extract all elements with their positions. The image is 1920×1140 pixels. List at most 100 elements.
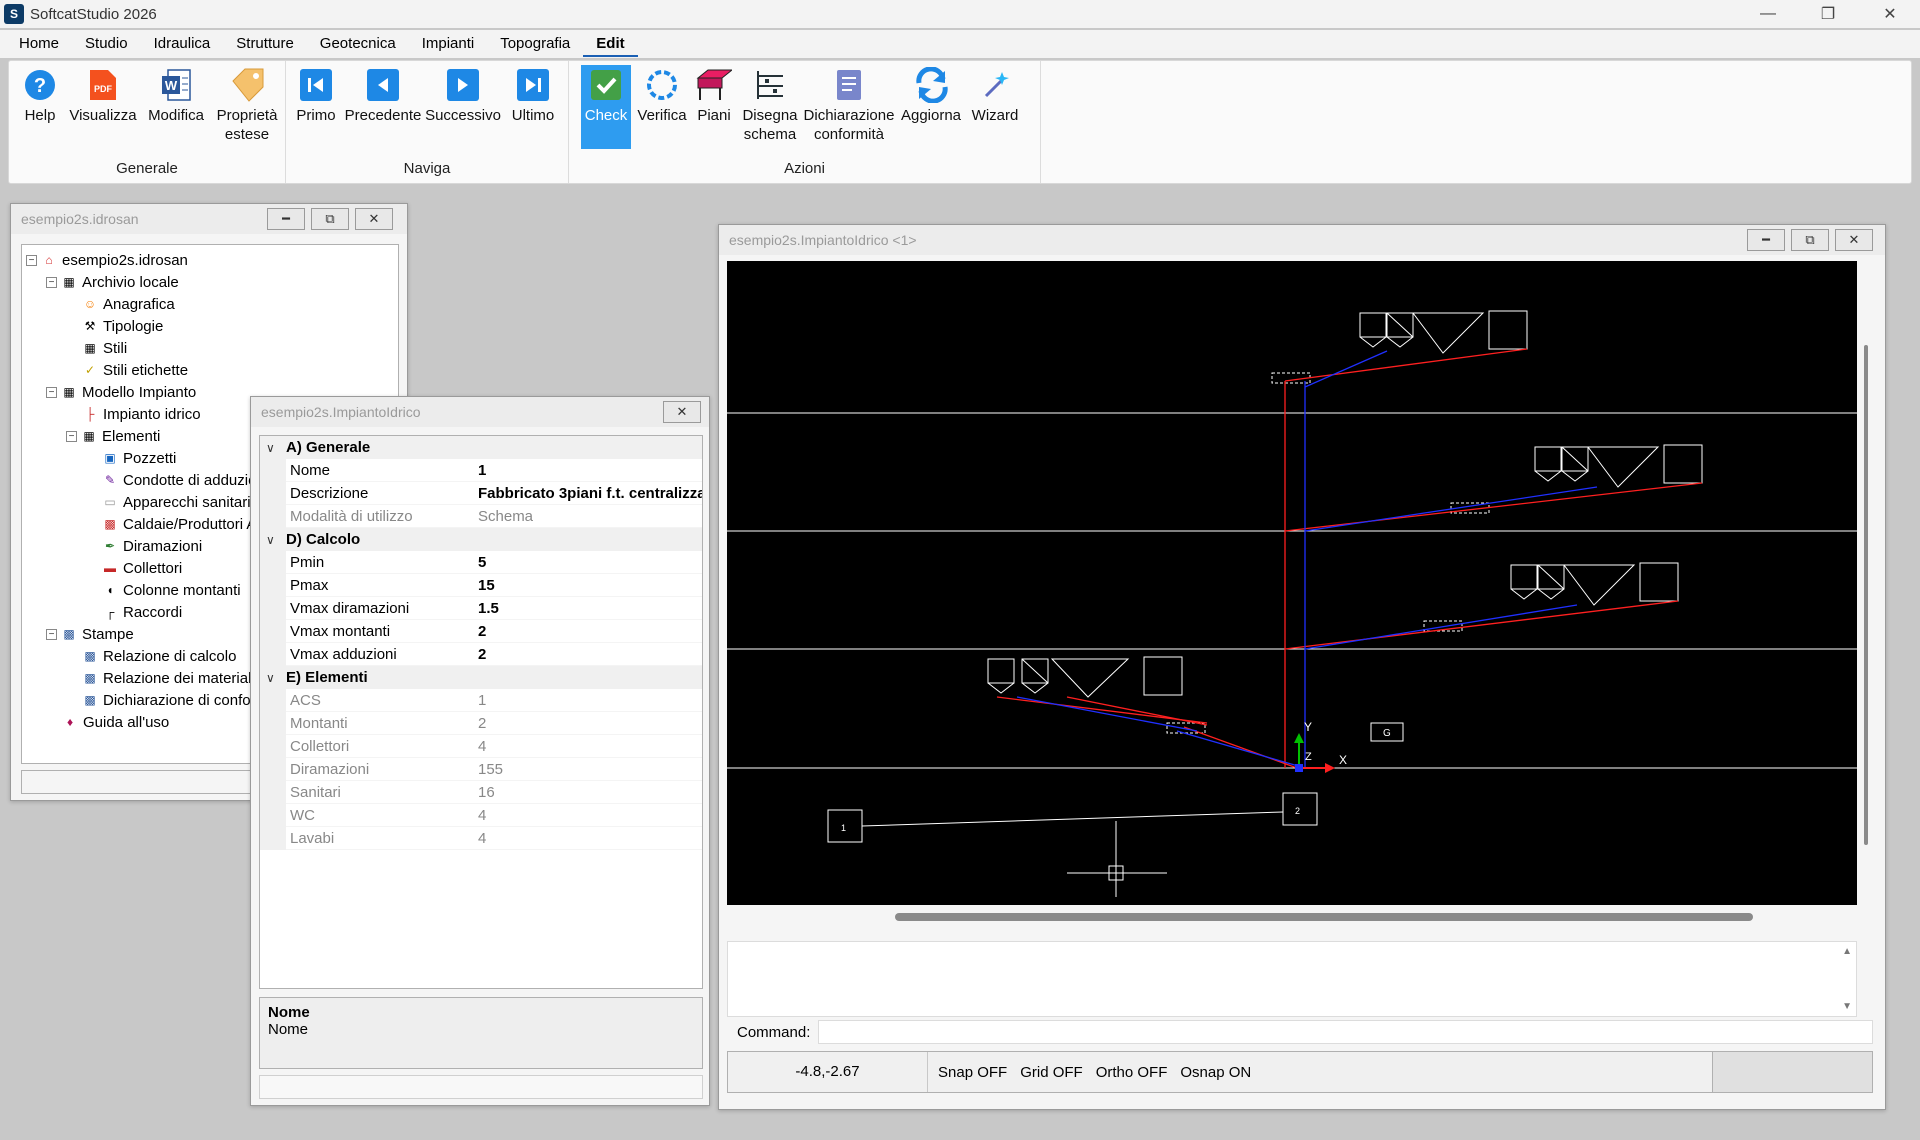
menu-studio[interactable]: Studio [72, 31, 141, 57]
tree-item-elementi[interactable]: − ▦ Elementi [66, 425, 160, 447]
proprieta-estese-button[interactable]: Proprietà estese [213, 65, 281, 149]
precedente-button[interactable]: Precedente [344, 65, 422, 149]
disegna-schema-button[interactable]: Disegna schema [739, 65, 801, 149]
project-window-title-text: esempio2s.idrosan [21, 211, 139, 227]
description-text: Nome [268, 1021, 309, 1038]
tree-item-impianto[interactable]: ├ Impianto idrico [82, 403, 201, 425]
restore-icon[interactable]: ❐ [1800, 0, 1856, 28]
category-generale[interactable]: ∨ A) Generale [260, 436, 702, 459]
menu-edit[interactable]: Edit [583, 31, 638, 57]
collapse-icon[interactable]: − [26, 254, 37, 266]
tree-item-collettori[interactable]: ▬ Collettori [102, 557, 182, 579]
tree-item-stili[interactable]: ▦ Stili [82, 337, 127, 359]
tree-item-colonne[interactable]: ◖ Colonne montanti [102, 579, 241, 601]
osnap-toggle[interactable]: Osnap ON [1180, 1064, 1251, 1081]
tree-item-pozzetti[interactable]: ▣ Pozzetti [102, 447, 176, 469]
scroll-down-icon[interactable]: ▼ [1842, 1001, 1852, 1012]
menu-home[interactable]: Home [6, 31, 72, 57]
command-history[interactable]: ▲ ▼ [727, 941, 1857, 1017]
tree-item-stampe[interactable]: − ▩ Stampe [46, 623, 134, 645]
prop-name: WC [290, 806, 315, 824]
prop-value[interactable]: 15 [474, 577, 702, 594]
menu-geotecnica[interactable]: Geotecnica [307, 31, 409, 57]
tree-item-apparecchi[interactable]: ▭ Apparecchi sanitari [102, 491, 250, 513]
prop-row[interactable]: Descrizione Fabbricato 3piani f.t. centra… [260, 481, 702, 505]
prop-value[interactable]: 2 [474, 623, 702, 640]
chevron-down-icon[interactable]: ∨ [266, 533, 286, 547]
tree-label: Colonne montanti [123, 581, 241, 599]
prop-value[interactable]: 1.5 [474, 600, 702, 617]
prop-value[interactable]: 5 [474, 554, 702, 571]
chevron-down-icon[interactable]: ∨ [266, 671, 286, 685]
ortho-toggle[interactable]: Ortho OFF [1096, 1064, 1168, 1081]
property-grid[interactable]: ∨ A) Generale Nome 1 Descrizione Fabbricato… [259, 435, 703, 989]
prop-row[interactable]: Vmax montanti 2 [260, 619, 702, 643]
tree-item-relazione-materiali[interactable]: ▩ Relazione dei materiali [82, 667, 254, 689]
tree-item-anagrafica[interactable]: ☺ Anagrafica [82, 293, 175, 315]
tree-item-tipologie[interactable]: ⚒ Tipologie [82, 315, 164, 337]
wizard-button[interactable]: Wizard [967, 65, 1023, 149]
close-icon[interactable]: ✕ [1835, 229, 1873, 251]
vertical-scrollbar[interactable] [1859, 261, 1873, 905]
help-button[interactable]: ? Help [15, 65, 65, 149]
successivo-button[interactable]: Successivo [424, 65, 502, 149]
tree-item-guida[interactable]: ♦ Guida all'uso [62, 711, 169, 733]
collapse-icon[interactable]: − [46, 276, 57, 288]
collapse-icon[interactable]: − [46, 386, 57, 398]
scroll-up-icon[interactable]: ▲ [1842, 946, 1852, 957]
prop-row[interactable]: Pmax 15 [260, 573, 702, 597]
prop-value[interactable]: 2 [474, 646, 702, 663]
horizontal-scrollbar[interactable] [727, 907, 1857, 925]
tree-item-raccordi[interactable]: ┌ Raccordi [102, 601, 182, 623]
tree-item-root[interactable]: − ⌂ esempio2s.idrosan [26, 249, 188, 271]
minimize-icon[interactable]: ━ [267, 208, 305, 230]
ultimo-button[interactable]: Ultimo [506, 65, 560, 149]
tree-item-archivio[interactable]: − ▦ Archivio locale [46, 271, 179, 293]
prop-row[interactable]: Nome 1 [260, 458, 702, 482]
restore-icon[interactable]: ⧉ [1791, 229, 1829, 251]
tree-item-diramazioni[interactable]: ✒ Diramazioni [102, 535, 202, 557]
tree-item-relazione-calcolo[interactable]: ▩ Relazione di calcolo [82, 645, 236, 667]
menu-impianti[interactable]: Impianti [409, 31, 488, 57]
verifica-button[interactable]: Verifica [635, 65, 689, 149]
primo-button[interactable]: Primo [290, 65, 342, 149]
chevron-down-icon[interactable]: ∨ [266, 441, 286, 455]
collapse-icon[interactable]: − [66, 430, 77, 442]
category-elementi[interactable]: ∨ E) Elementi [260, 666, 702, 689]
grid-toggle[interactable]: Grid OFF [1020, 1064, 1083, 1081]
restore-icon[interactable]: ⧉ [311, 208, 349, 230]
prop-row[interactable]: Vmax diramazioni 1.5 [260, 596, 702, 620]
close-icon[interactable]: ✕ [355, 208, 393, 230]
menu-topografia[interactable]: Topografia [487, 31, 583, 57]
check-button[interactable]: Check [581, 65, 631, 149]
command-input[interactable] [818, 1020, 1873, 1044]
cad-canvas[interactable]: Y X Z 1 2 G [727, 261, 1857, 905]
minimize-icon[interactable]: ━ [1747, 229, 1785, 251]
hscroll-thumb[interactable] [895, 913, 1753, 921]
prop-value[interactable]: 1 [474, 462, 702, 479]
plumbing-schema[interactable]: Y X Z 1 2 G [727, 261, 1857, 905]
group-label-generale: Generale [116, 160, 178, 177]
category-calcolo[interactable]: ∨ D) Calcolo [260, 528, 702, 551]
tree-item-condotte[interactable]: ✎ Condotte di adduzione [102, 469, 273, 491]
menu-idraulica[interactable]: Idraulica [141, 31, 224, 57]
modifica-button[interactable]: W Modifica [143, 65, 209, 149]
prop-row[interactable]: Pmin 5 [260, 550, 702, 574]
dichiarazione-conformita-button[interactable]: Dichiarazione conformità [803, 65, 895, 149]
menu-strutture[interactable]: Strutture [223, 31, 307, 57]
vscroll-thumb[interactable] [1864, 345, 1868, 845]
piani-button[interactable]: Piani [691, 65, 737, 149]
close-icon[interactable]: ✕ [663, 401, 701, 423]
prop-row[interactable]: Vmax adduzioni 2 [260, 642, 702, 666]
aggiorna-button[interactable]: Aggiorna [897, 65, 965, 149]
prop-name: Vmax adduzioni [290, 645, 397, 663]
close-icon[interactable]: ✕ [1862, 0, 1918, 28]
minimize-icon[interactable]: — [1740, 0, 1796, 28]
tree-item-stili-etichette[interactable]: ✓ Stili etichette [82, 359, 188, 381]
riser-icon: ◖ [106, 583, 114, 597]
tree-item-modello[interactable]: − ▦ Modello Impianto [46, 381, 196, 403]
prop-value[interactable]: Fabbricato 3piani f.t. centralizzato [474, 485, 702, 502]
collapse-icon[interactable]: − [46, 628, 57, 640]
visualizza-button[interactable]: PDF Visualizza [67, 65, 139, 149]
snap-toggle[interactable]: Snap OFF [938, 1064, 1007, 1081]
